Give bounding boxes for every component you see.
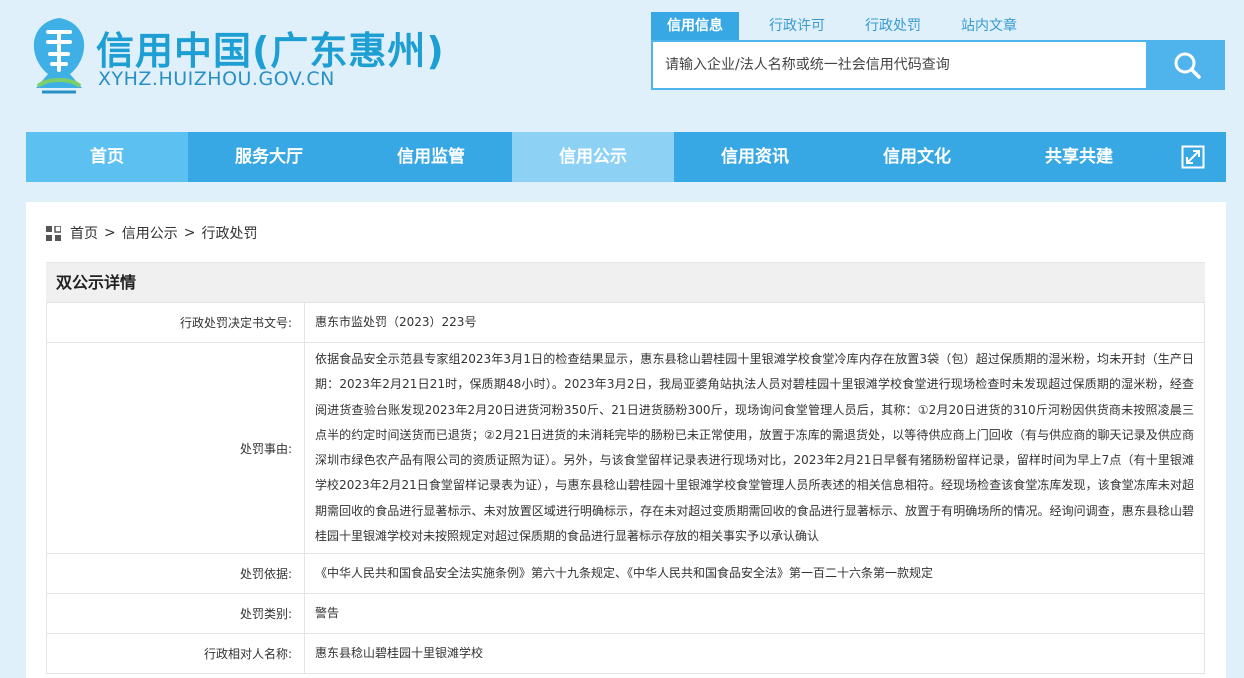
row-label: 行政相对人名称: — [46, 633, 305, 675]
row-label: 处罚依据: — [46, 553, 305, 595]
search-tab-site-articles[interactable]: 站内文章 — [945, 12, 1033, 40]
breadcrumb-credit-publicity[interactable]: 信用公示 — [122, 223, 178, 243]
grid-icon — [46, 225, 61, 241]
search-input[interactable] — [653, 42, 1146, 88]
table-row: 行政处罚决定书文号: 惠东市监处罚（2023）223号 — [46, 302, 1205, 343]
expand-icon — [1181, 145, 1205, 169]
row-label: 处罚事由: — [46, 341, 305, 555]
nav-item-credit-culture[interactable]: 信用文化 — [836, 132, 998, 182]
nav-item-credit-supervision[interactable]: 信用监管 — [350, 132, 512, 182]
breadcrumb-separator: > — [183, 225, 196, 241]
search-tab-admin-penalty[interactable]: 行政处罚 — [849, 12, 937, 40]
row-value: 《中华人民共和国食品安全法实施条例》第六十九条规定、《中华人民共和国食品安全法》… — [304, 553, 1205, 595]
detail-table: 行政处罚决定书文号: 惠东市监处罚（2023）223号 处罚事由: 依据食品安全… — [46, 302, 1205, 675]
breadcrumb-home[interactable]: 首页 — [70, 223, 98, 243]
nav-item-co-build[interactable]: 共享共建 — [998, 132, 1160, 182]
site-title: 信用中国(广东惠州) — [96, 29, 445, 73]
nav-expand-button[interactable] — [1160, 132, 1226, 182]
search-tabs: 信用信息 行政许可 行政处罚 站内文章 — [651, 12, 1041, 40]
nav-item-service-hall[interactable]: 服务大厅 — [188, 132, 350, 182]
logo-emblem-icon — [33, 18, 85, 94]
table-row: 行政相对人名称: 惠东县稔山碧桂园十里银滩学校 — [46, 633, 1205, 675]
search-tab-credit-info[interactable]: 信用信息 — [651, 12, 739, 40]
table-row: 处罚类别: 警告 — [46, 593, 1205, 635]
search-button[interactable] — [1148, 40, 1225, 90]
search-area: 信用信息 行政许可 行政处罚 站内文章 — [651, 12, 1225, 90]
nav-item-home[interactable]: 首页 — [26, 132, 188, 182]
row-value: 依据食品安全示范县专家组2023年3月1日的检查结果显示，惠东县稔山碧桂园十里银… — [304, 341, 1205, 555]
nav-item-credit-publicity[interactable]: 信用公示 — [512, 132, 674, 182]
table-row: 处罚事由: 依据食品安全示范县专家组2023年3月1日的检查结果显示，惠东县稔山… — [46, 341, 1205, 555]
breadcrumb-admin-penalty[interactable]: 行政处罚 — [201, 223, 257, 243]
breadcrumb-separator: > — [104, 225, 116, 241]
row-label: 行政处罚决定书文号: — [46, 302, 305, 343]
main-content: 首页 > 信用公示 > 行政处罚 双公示详情 行政处罚决定书文号: 惠东市监处罚… — [26, 202, 1226, 678]
site-logo[interactable]: 信用中国(广东惠州) XYHZ.HUIZHOU.GOV.CN — [28, 14, 448, 96]
main-nav: 首页 服务大厅 信用监管 信用公示 信用资讯 信用文化 共享共建 — [26, 132, 1226, 182]
row-value: 警告 — [304, 593, 1205, 635]
search-icon — [1174, 52, 1201, 79]
row-value: 惠东市监处罚（2023）223号 — [304, 302, 1205, 343]
nav-item-credit-news[interactable]: 信用资讯 — [674, 132, 836, 182]
site-domain: XYHZ.HUIZHOU.GOV.CN — [98, 68, 335, 90]
search-tab-admin-license[interactable]: 行政许可 — [753, 12, 841, 40]
panel-title: 双公示详情 — [46, 262, 1205, 302]
row-value: 惠东县稔山碧桂园十里银滩学校 — [304, 633, 1205, 675]
breadcrumb: 首页 > 信用公示 > 行政处罚 — [46, 223, 257, 243]
search-box — [651, 40, 1225, 90]
row-label: 处罚类别: — [46, 593, 305, 635]
table-row: 处罚依据: 《中华人民共和国食品安全法实施条例》第六十九条规定、《中华人民共和国… — [46, 553, 1205, 595]
site-header: 信用中国(广东惠州) XYHZ.HUIZHOU.GOV.CN 信用信息 行政许可… — [0, 0, 1244, 120]
